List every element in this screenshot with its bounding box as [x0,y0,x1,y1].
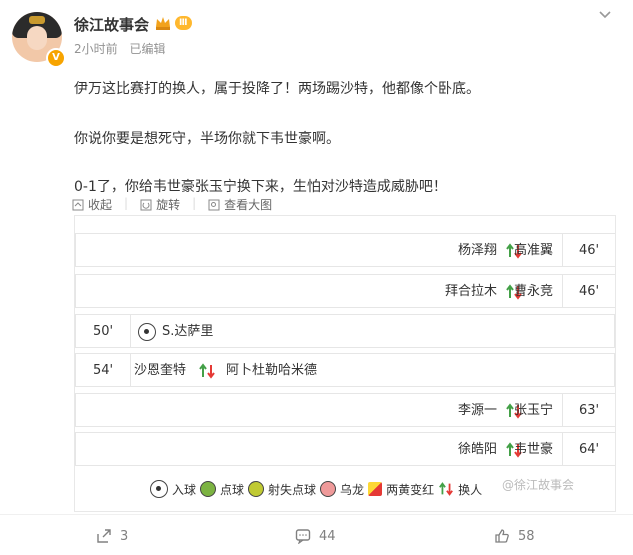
comment-icon [295,529,311,544]
rotate-button[interactable]: 旋转 [140,196,180,213]
event-minute: 64' [562,433,615,465]
post-paragraph-1: 伊万这比赛打的换人，属于投降了！两场踢沙特，他都像个卧底。 [74,81,480,97]
legend-two-yellow: 两黄变红 [386,482,435,497]
legend-penalty: 点球 [220,482,245,497]
share-icon [97,529,111,543]
comment-button[interactable]: 44 [295,528,336,544]
watermark: @徐江故事会 [502,478,575,492]
substitution-icon [199,363,215,379]
collapse-button[interactable]: 收起 [72,196,112,213]
collapse-icon [72,199,84,210]
author-name[interactable]: 徐江故事会 [74,14,149,35]
rotate-label: 旋转 [156,198,181,212]
player-out: 张玉宁 [513,403,553,418]
footer-divider [0,514,633,515]
two-yellow-icon [368,482,383,496]
event-row: 徐皓阳 韦世豪 64' [75,432,615,466]
event-row: 54' 沙恩奎特 阿卜杜勒哈米德 [75,353,615,387]
post-paragraph-2: 你说你要是想死守，半场你就下韦世豪啊。 [74,131,340,147]
rotate-icon [140,199,152,210]
collapse-label: 收起 [88,198,113,212]
event-minute: 50' [76,315,131,347]
event-minute: 46' [562,275,615,307]
level-badge: Ⅲ [175,16,192,30]
event-minute: 46' [562,234,615,266]
post-paragraph-3: 0-1了，你给韦世豪张玉宁换下来，生怕对沙特造成威胁吧！ [74,179,447,195]
substitution-legend-icon [439,482,454,496]
zoom-icon [208,199,220,210]
event-row: 拜合拉木 曹永竞 46' [75,274,615,308]
goal-legend-icon [150,480,168,498]
like-button[interactable]: 58 [494,528,535,544]
legend-sub: 换人 [458,482,483,497]
player-out: 曹永竞 [513,284,553,299]
event-row: 李源一 张玉宁 63' [75,393,615,427]
player-in: 杨泽翔 [457,243,497,258]
player-in: 沙恩奎特 [134,363,187,378]
view-large-button[interactable]: 查看大图 [208,196,272,213]
chevron-down-icon[interactable] [597,8,613,22]
post-meta: 2小时前 已编辑 [74,40,173,57]
view-large-label: 查看大图 [224,198,273,212]
player-in: 李源一 [457,403,497,418]
player-out: 韦世豪 [513,442,553,457]
legend-goal: 入球 [172,482,197,497]
post-time[interactable]: 2小时前 [74,42,118,56]
comment-count: 44 [319,528,336,544]
event-legend: 入球 点球 射失点球 乌龙 两黄变红 换人 [150,480,482,498]
match-events-image[interactable]: 杨泽翔 高准翼 46' 拜合拉木 曹永竞 46' 50' S.达萨里 54' 沙… [74,215,616,512]
soccer-ball-icon [138,322,156,341]
missed-penalty-icon [248,481,265,497]
image-toolbar: 收起 | 旋转 | 查看大图 [72,196,272,213]
edited-label[interactable]: 已编辑 [129,42,165,56]
player-in: 徐皓阳 [457,442,497,457]
crown-icon [156,17,170,30]
legend-missed-penalty: 射失点球 [268,482,317,497]
player-out: 高准翼 [513,243,553,258]
legend-own-goal: 乌龙 [340,482,365,497]
like-count: 58 [518,528,535,544]
goal-scorer: S.达萨里 [162,324,214,339]
penalty-icon [200,481,217,497]
share-button[interactable]: 3 [96,528,128,544]
avatar-crown [29,16,45,24]
avatar-face [27,26,47,50]
event-minute: 63' [562,394,615,426]
vip-verified-badge: V [46,48,66,68]
event-row: 50' S.达萨里 [75,314,615,348]
own-goal-icon [320,481,337,497]
toolbar-divider: | [124,196,129,210]
share-count: 3 [120,528,129,544]
player-in: 拜合拉木 [444,284,497,299]
player-out: 阿卜杜勒哈米德 [226,363,318,378]
level-badges: Ⅲ [154,15,192,31]
event-row: 杨泽翔 高准翼 46' [75,233,615,267]
toolbar-divider: | [192,196,197,210]
thumbs-up-icon [495,529,509,543]
event-minute: 54' [76,354,131,386]
